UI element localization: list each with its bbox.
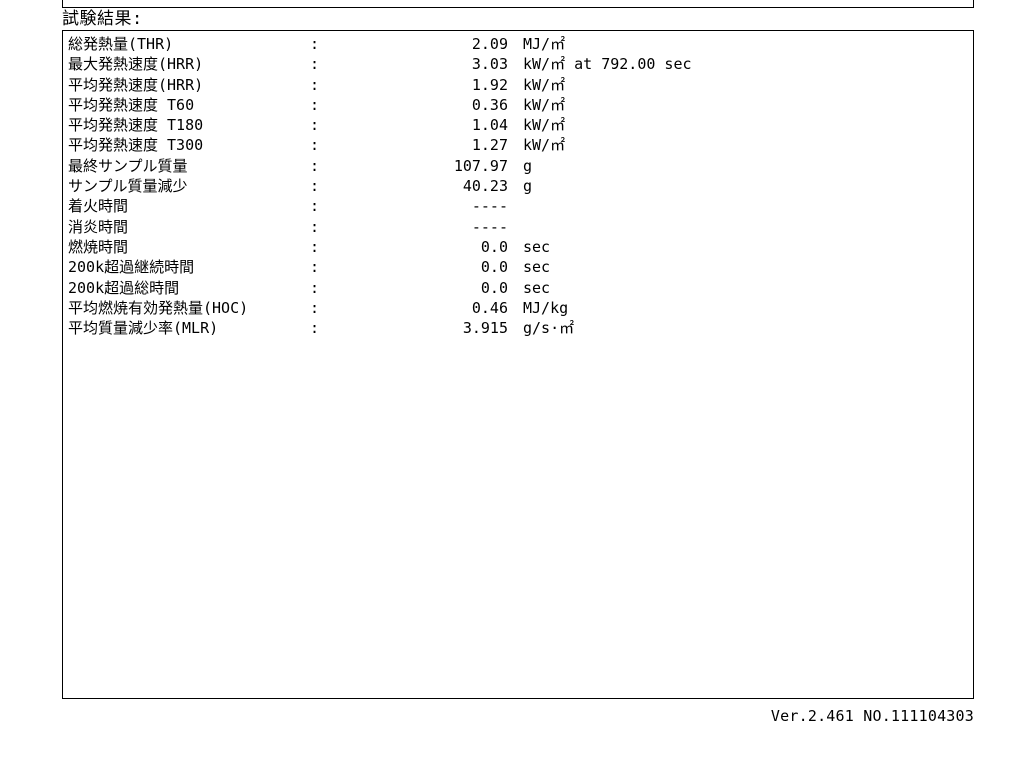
result-row: 消炎時間: ---- (68, 217, 968, 237)
result-row: 平均発熱速度 T60: 0.36 kW/㎡ (68, 95, 968, 115)
results-list: 総発熱量(THR): 2.09 MJ/㎡最大発熱速度(HRR): 3.03 kW/㎡ a… (68, 34, 968, 338)
result-value: 1.04 (471, 116, 508, 135)
result-value: 40.23 (462, 177, 508, 196)
result-label: 最大発熱速度(HRR) (68, 55, 204, 74)
result-label: サンプル質量減少 (68, 177, 188, 196)
result-label: 平均発熱速度(HRR) (68, 75, 204, 94)
result-label: 着火時間 (68, 197, 129, 216)
version-footer: Ver.2.461 NO.111104303 (770, 707, 974, 725)
result-colon: : (310, 278, 320, 297)
result-label: 平均燃焼有効発熱量(HOC) (68, 298, 249, 317)
previous-section-box (62, 0, 974, 8)
result-unit: sec (523, 237, 551, 256)
result-unit: MJ/㎡ (523, 35, 566, 53)
result-value: 3.915 (462, 319, 508, 338)
result-unit: g/s·㎡ (523, 319, 575, 338)
result-colon: : (310, 258, 320, 277)
result-colon: : (310, 116, 320, 135)
result-unit: kW/㎡ at 792.00 sec (523, 55, 692, 74)
result-value: 3.03 (471, 55, 508, 74)
result-row: 200k超過継続時間: 0.0 sec (68, 257, 968, 277)
result-label: 平均発熱速度 T300 (68, 136, 204, 155)
result-value: 0.0 (480, 278, 508, 297)
result-label: 平均発熱速度 T180 (68, 116, 204, 135)
result-unit: sec (523, 278, 551, 297)
result-row: 200k超過総時間: 0.0 sec (68, 278, 968, 298)
result-row: サンプル質量減少: 40.23 g (68, 176, 968, 196)
result-value: 107.97 (453, 156, 508, 175)
result-value: 0.0 (480, 258, 508, 277)
result-colon: : (310, 237, 320, 256)
result-label: 消炎時間 (68, 217, 129, 236)
result-colon: : (310, 319, 320, 338)
result-label: 200k超過総時間 (68, 278, 180, 297)
result-row: 最大発熱速度(HRR): 3.03 kW/㎡ at 792.00 sec (68, 54, 968, 74)
result-value: 0.36 (471, 95, 508, 114)
result-label: 平均質量減少率(MLR) (68, 319, 219, 338)
result-colon: : (310, 75, 320, 94)
result-colon: : (310, 156, 320, 175)
result-row: 平均発熱速度 T180: 1.04 kW/㎡ (68, 115, 968, 135)
result-value: 1.27 (471, 136, 508, 155)
result-unit: g (523, 156, 533, 175)
result-label: 平均発熱速度 T60 (68, 95, 195, 114)
result-unit: kW/㎡ (523, 75, 566, 94)
result-value: 0.46 (471, 298, 508, 317)
section-title: 試験結果: (62, 9, 143, 29)
result-row: 最終サンプル質量: 107.97 g (68, 156, 968, 176)
result-row: 平均燃焼有効発熱量(HOC): 0.46 MJ/kg (68, 298, 968, 318)
result-unit: kW/㎡ (523, 95, 566, 114)
result-row: 燃焼時間: 0.0 sec (68, 237, 968, 257)
result-row: 平均発熱速度(HRR): 1.92 kW/㎡ (68, 75, 968, 95)
result-value: ---- (471, 217, 508, 236)
result-colon: : (310, 55, 320, 74)
result-label: 燃焼時間 (68, 237, 129, 256)
result-unit: kW/㎡ (523, 136, 566, 155)
result-unit: MJ/kg (523, 298, 569, 317)
result-row: 平均質量減少率(MLR): 3.915 g/s·㎡ (68, 318, 968, 338)
result-colon: : (310, 35, 320, 53)
result-value: ---- (471, 197, 508, 216)
result-colon: : (310, 95, 320, 114)
result-row: 平均発熱速度 T300: 1.27 kW/㎡ (68, 135, 968, 155)
result-colon: : (310, 177, 320, 196)
result-colon: : (310, 136, 320, 155)
result-unit: kW/㎡ (523, 116, 566, 135)
result-row: 総発熱量(THR): 2.09 MJ/㎡ (68, 34, 968, 54)
result-label: 200k超過継続時間 (68, 258, 195, 277)
result-label: 総発熱量(THR) (68, 35, 174, 53)
result-label: 最終サンプル質量 (68, 156, 188, 175)
result-value: 2.09 (471, 35, 508, 53)
result-colon: : (310, 197, 320, 216)
result-colon: : (310, 298, 320, 317)
result-value: 0.0 (480, 237, 508, 256)
result-row: 着火時間: ---- (68, 196, 968, 216)
result-unit: g (523, 177, 533, 196)
result-unit: sec (523, 258, 551, 277)
result-colon: : (310, 217, 320, 236)
result-value: 1.92 (471, 75, 508, 94)
